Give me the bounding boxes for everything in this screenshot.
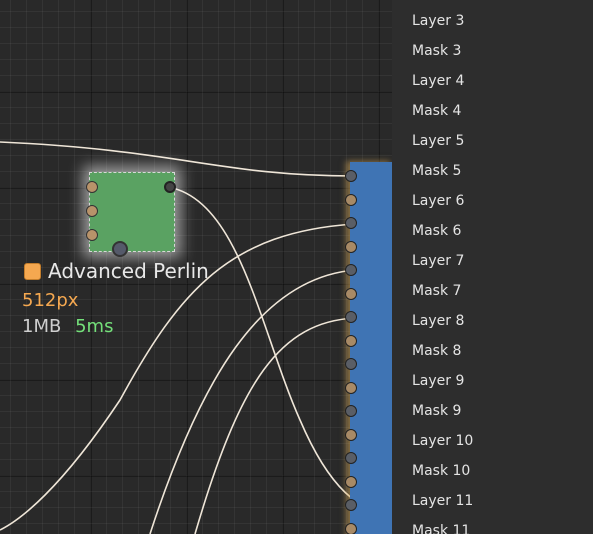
output-node-port[interactable] <box>345 428 357 441</box>
output-node-port[interactable] <box>345 381 357 394</box>
layer-list-item[interactable]: Mask 7 <box>412 276 461 306</box>
layer-list-item[interactable]: Mask 5 <box>412 156 461 186</box>
output-node-port[interactable] <box>345 240 357 253</box>
output-node-port[interactable] <box>345 405 357 417</box>
node-memory: 1MB <box>22 316 62 337</box>
layer-list-item[interactable]: Layer 7 <box>412 246 464 276</box>
input-port[interactable] <box>86 181 98 193</box>
output-node-port[interactable] <box>345 334 357 347</box>
layer-list-item[interactable]: Mask 9 <box>412 396 461 426</box>
output-node-port[interactable] <box>345 358 357 370</box>
output-node-port[interactable] <box>345 170 357 182</box>
wire <box>149 269 356 534</box>
output-node-port[interactable] <box>345 217 357 229</box>
node-title: Advanced Perlin <box>24 259 209 283</box>
layer-list-item[interactable]: Layer 11 <box>412 486 473 516</box>
layer-list-panel: Layer 3 Mask 3 Layer 4 Mask 4 Layer 5 Mask 5L… <box>392 0 593 534</box>
layer-list-item[interactable]: Layer 5 <box>412 126 464 156</box>
layer-list-item[interactable]: Layer 9 <box>412 366 464 396</box>
input-port[interactable] <box>86 205 98 217</box>
output-node-port[interactable] <box>345 193 357 206</box>
output-node-port[interactable] <box>345 475 357 488</box>
node-title-text: Advanced Perlin <box>48 259 209 283</box>
output-node-port[interactable] <box>345 311 357 323</box>
layer-list-item[interactable]: Mask 10 <box>412 456 470 486</box>
output-port[interactable] <box>164 181 176 193</box>
wire <box>194 317 356 534</box>
output-node-port[interactable] <box>345 522 357 534</box>
layer-list-item[interactable]: Mask 4 <box>412 96 461 126</box>
wire <box>0 141 356 177</box>
node-resolution: 512px <box>22 290 79 311</box>
output-node-port[interactable] <box>345 452 357 464</box>
output-node-port[interactable] <box>345 264 357 276</box>
layer-list-item[interactable]: Layer 8 <box>412 306 464 336</box>
node-graph-canvas[interactable]: Advanced Perlin 512px 1MB 5ms <box>0 0 392 534</box>
layer-list-item[interactable]: Layer 6 <box>412 186 464 216</box>
advanced-perlin-node[interactable] <box>86 172 176 257</box>
node-time: 5ms <box>75 316 114 337</box>
output-node-port[interactable] <box>345 499 357 511</box>
node-color-swatch <box>24 262 41 280</box>
output-node-port[interactable] <box>345 287 357 300</box>
layer-list-item[interactable]: Layer 10 <box>412 426 473 456</box>
layer-list-item[interactable]: Mask 8 <box>412 336 461 366</box>
output-node[interactable] <box>345 162 392 534</box>
layer-list-item[interactable]: Mask 6 <box>412 216 461 246</box>
node-stats: 1MB 5ms <box>22 316 113 337</box>
layer-list-item[interactable]: Layer 4 <box>412 66 464 96</box>
input-port[interactable] <box>86 229 98 241</box>
layer-list-item[interactable]: Mask 3 <box>412 36 461 66</box>
parameter-port[interactable] <box>112 241 128 257</box>
layer-list-item[interactable]: Layer 3 <box>412 6 464 36</box>
layer-list-item[interactable]: Mask 11 <box>412 516 470 534</box>
